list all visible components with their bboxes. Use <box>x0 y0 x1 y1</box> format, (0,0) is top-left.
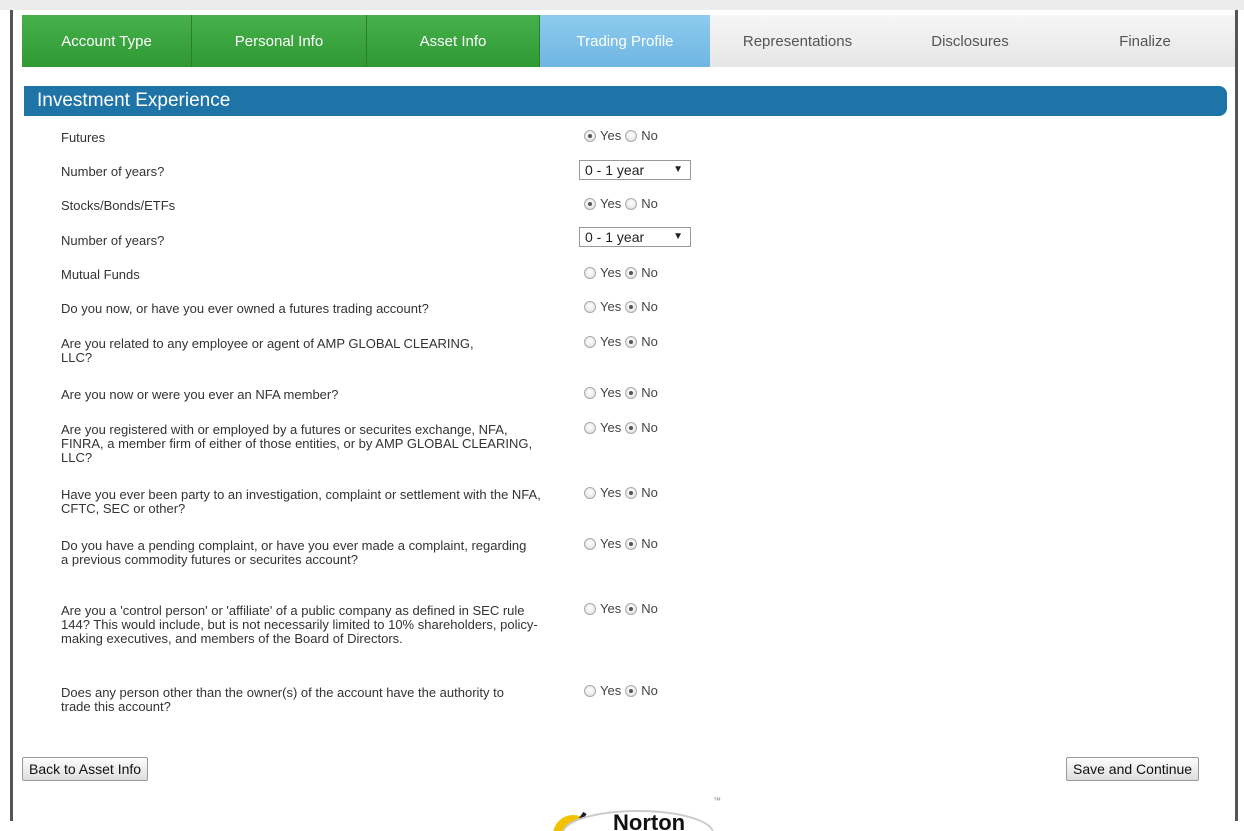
svg-text:™: ™ <box>713 796 721 805</box>
radio-yes-label: Yes <box>600 196 622 211</box>
radio-group-control-person: Yes No <box>584 601 662 616</box>
question-label-related-employee: Are you related to any employee or agent… <box>61 336 474 365</box>
norton-logo: Norton ™ <box>543 795 723 831</box>
radio-no[interactable] <box>625 386 638 399</box>
radio-yes-label: Yes <box>600 128 622 143</box>
tab-trading-profile[interactable]: Trading Profile <box>540 15 710 67</box>
select-value: 0 - 1 year <box>585 229 645 245</box>
radio-no[interactable] <box>625 300 638 313</box>
question-label-investigation: Have you ever been party to an investiga… <box>61 487 541 516</box>
tab-finalize[interactable]: Finalize <box>1055 15 1235 67</box>
radio-yes[interactable] <box>584 421 596 434</box>
radio-no-label: No <box>641 265 658 280</box>
radio-yes[interactable] <box>584 266 596 279</box>
radio-yes[interactable] <box>584 335 596 348</box>
radio-yes[interactable] <box>584 386 596 399</box>
frame-border-right <box>1235 10 1238 821</box>
radio-no[interactable] <box>625 602 638 615</box>
radio-yes-label: Yes <box>600 420 622 435</box>
radio-yes[interactable] <box>584 602 596 615</box>
radio-group-investigation: Yes No <box>584 485 662 500</box>
radio-yes[interactable] <box>584 537 596 550</box>
browser-top-strip <box>0 0 1244 10</box>
dropdown-arrow-icon: ▼ <box>673 164 683 175</box>
tab-asset-info[interactable]: Asset Info <box>367 15 540 67</box>
question-label-stocks-years: Number of years? <box>61 233 165 248</box>
tab-account-type[interactable]: Account Type <box>22 15 192 67</box>
radio-group-registered-exchange: Yes No <box>584 420 662 435</box>
question-label-third-party-authority: Does any person other than the owner(s) … <box>61 685 504 714</box>
tab-label: Finalize <box>1119 32 1171 50</box>
radio-no-label: No <box>641 536 658 551</box>
tab-label: Asset Info <box>419 32 487 50</box>
norton-seal-icon: Norton ™ <box>553 796 721 831</box>
futures-years-select[interactable]: 0 - 1 year ▼ <box>579 160 691 180</box>
radio-group-mutual-funds: Yes No <box>584 265 662 280</box>
radio-no[interactable] <box>625 486 638 499</box>
radio-yes[interactable] <box>584 300 596 313</box>
radio-group-third-party-authority: Yes No <box>584 683 662 698</box>
question-label-control-person: Are you a 'control person' or 'affiliate… <box>61 603 538 646</box>
tab-personal-info[interactable]: Personal Info <box>192 15 367 67</box>
tab-label: Trading Profile <box>576 32 674 50</box>
radio-no-label: No <box>641 299 658 314</box>
radio-yes-label: Yes <box>600 265 622 280</box>
radio-yes-label: Yes <box>600 485 622 500</box>
radio-yes-label: Yes <box>600 385 622 400</box>
question-label-stocks: Stocks/Bonds/ETFs <box>61 198 176 213</box>
section-header-investment-experience: Investment Experience <box>24 86 1227 116</box>
question-label-registered-exchange: Are you registered with or employed by a… <box>61 422 533 465</box>
radio-no-label: No <box>641 485 658 500</box>
question-label-nfa-member: Are you now or were you ever an NFA memb… <box>61 387 339 402</box>
select-value: 0 - 1 year <box>585 162 645 178</box>
tab-label: Representations <box>742 32 853 50</box>
radio-no[interactable] <box>625 684 638 697</box>
tab-representations[interactable]: Representations <box>710 15 885 67</box>
radio-no[interactable] <box>625 129 638 142</box>
wizard-tabs: Account Type Personal Info Asset Info Tr… <box>22 15 1235 67</box>
radio-group-futures: Yes No <box>584 128 662 143</box>
dropdown-arrow-icon: ▼ <box>673 231 683 242</box>
radio-no-label: No <box>641 196 658 211</box>
question-label-futures: Futures <box>61 130 106 145</box>
radio-no-label: No <box>641 385 658 400</box>
radio-yes-label: Yes <box>600 683 622 698</box>
radio-group-futures-account: Yes No <box>584 299 662 314</box>
question-label-futures-years: Number of years? <box>61 164 165 179</box>
radio-yes-label: Yes <box>600 299 622 314</box>
stocks-years-select[interactable]: 0 - 1 year ▼ <box>579 227 691 247</box>
radio-no[interactable] <box>625 335 638 348</box>
radio-no[interactable] <box>625 537 638 550</box>
radio-yes[interactable] <box>584 129 596 142</box>
radio-yes-label: Yes <box>600 601 622 616</box>
tab-label: Personal Info <box>234 32 324 50</box>
radio-group-stocks: Yes No <box>584 196 662 211</box>
question-label-futures-account: Do you now, or have you ever owned a fut… <box>61 301 429 316</box>
radio-yes[interactable] <box>584 684 596 697</box>
radio-no-label: No <box>641 683 658 698</box>
question-label-mutual-funds: Mutual Funds <box>61 267 140 282</box>
question-label-pending-complaint: Do you have a pending complaint, or have… <box>61 538 527 567</box>
radio-yes[interactable] <box>584 197 596 210</box>
radio-group-nfa-member: Yes No <box>584 385 662 400</box>
radio-no-label: No <box>641 334 658 349</box>
radio-yes[interactable] <box>584 486 596 499</box>
radio-yes-label: Yes <box>600 334 622 349</box>
application-page: Account Type Personal Info Asset Info Tr… <box>13 10 1235 831</box>
radio-group-pending-complaint: Yes No <box>584 536 662 551</box>
radio-no[interactable] <box>625 197 638 210</box>
back-button[interactable]: Back to Asset Info <box>22 757 149 781</box>
radio-no[interactable] <box>625 421 638 434</box>
tab-disclosures[interactable]: Disclosures <box>885 15 1055 67</box>
tab-label: Disclosures <box>931 32 1009 50</box>
tab-label: Account Type <box>61 32 152 50</box>
radio-no-label: No <box>641 128 658 143</box>
radio-no-label: No <box>641 420 658 435</box>
save-and-continue-button[interactable]: Save and Continue <box>1066 757 1200 781</box>
radio-no-label: No <box>641 601 658 616</box>
radio-yes-label: Yes <box>600 536 622 551</box>
radio-no[interactable] <box>625 266 638 279</box>
radio-group-related-employee: Yes No <box>584 334 662 349</box>
